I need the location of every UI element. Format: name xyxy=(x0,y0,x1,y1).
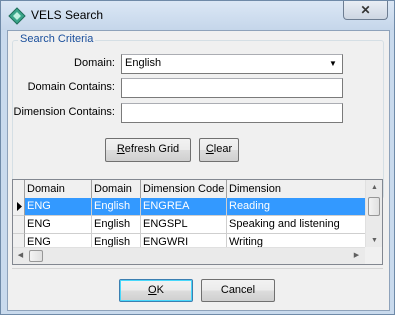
app-icon xyxy=(8,7,26,25)
table-row[interactable]: ENG English ENGSPL Speaking and listenin… xyxy=(13,216,366,234)
cancel-label: Cancel xyxy=(220,284,256,296)
cell-domain[interactable]: English xyxy=(92,216,141,234)
horizontal-scroll-thumb[interactable] xyxy=(29,250,43,262)
clear-mnemonic: C xyxy=(205,143,214,155)
scroll-down-icon[interactable]: ▼ xyxy=(367,233,382,248)
domain-select-value: English xyxy=(125,57,162,69)
scroll-left-icon[interactable]: ◀ xyxy=(13,248,28,263)
column-header-dimension[interactable]: Dimension xyxy=(227,180,366,198)
cell-domain-code[interactable]: ENG xyxy=(25,198,92,216)
row-header[interactable] xyxy=(13,198,25,216)
clear-label: lear xyxy=(213,143,233,155)
scroll-up-icon[interactable]: ▲ xyxy=(367,180,382,195)
vertical-scroll-thumb[interactable] xyxy=(368,197,380,216)
domain-contains-input[interactable] xyxy=(121,78,343,98)
footer-divider xyxy=(12,268,383,269)
cell-dimension-code[interactable]: ENGREA xyxy=(141,198,227,216)
header-corner xyxy=(13,180,25,198)
column-header-domain[interactable]: Domain xyxy=(92,180,141,198)
dimension-contains-label: Dimension Contains: xyxy=(13,106,116,118)
refresh-grid-button[interactable]: Refresh Grid xyxy=(105,138,191,162)
refresh-mnemonic: R xyxy=(116,143,125,155)
row-header[interactable] xyxy=(13,216,25,234)
scroll-right-icon[interactable]: ▶ xyxy=(349,248,364,263)
vertical-scrollbar[interactable]: ▲ ▼ xyxy=(365,180,382,248)
column-header-dimension-code[interactable]: Dimension Code xyxy=(141,180,227,198)
dialog-window: VELS Search ✕ Search Criteria Domain: En… xyxy=(0,0,395,315)
group-legend: Search Criteria xyxy=(18,33,96,45)
cell-dimension-code[interactable]: ENGSPL xyxy=(141,216,227,234)
domain-label: Domain: xyxy=(74,57,115,69)
ok-button[interactable]: OK xyxy=(119,279,193,302)
title-bar[interactable]: VELS Search ✕ xyxy=(1,1,394,30)
domain-contains-label: Domain Contains: xyxy=(27,81,115,93)
results-grid[interactable]: Domain Code Domain Dimension Code Dimens… xyxy=(12,179,383,265)
refresh-label: efresh Grid xyxy=(124,143,180,155)
ok-mnemonic: O xyxy=(148,284,157,296)
row-pointer-icon xyxy=(17,202,22,211)
cell-domain-code[interactable]: ENG xyxy=(25,216,92,234)
column-header-domain-code[interactable]: Domain Code xyxy=(25,180,92,213)
close-button[interactable]: ✕ xyxy=(343,1,388,20)
window-title: VELS Search xyxy=(31,8,104,22)
cancel-button[interactable]: Cancel xyxy=(201,279,275,302)
dimension-contains-input[interactable] xyxy=(121,103,343,123)
close-icon: ✕ xyxy=(360,3,371,17)
cell-dimension[interactable]: Reading xyxy=(227,198,366,216)
dialog-client: Search Criteria Domain: English ▼ Domain… xyxy=(7,30,390,311)
ok-label: K xyxy=(156,284,164,296)
table-row[interactable]: ENG English ENGREA Reading xyxy=(13,198,366,216)
clear-button[interactable]: Clear xyxy=(199,138,239,162)
chevron-down-icon[interactable]: ▼ xyxy=(325,56,341,72)
horizontal-scrollbar[interactable]: ◀ ▶ xyxy=(13,247,366,264)
domain-select[interactable]: English ▼ xyxy=(121,54,343,74)
scroll-corner xyxy=(365,247,382,264)
cell-dimension[interactable]: Speaking and listening xyxy=(227,216,366,234)
grid-header: Domain Code Domain Dimension Code Dimens… xyxy=(13,180,366,213)
cell-domain[interactable]: English xyxy=(92,198,141,216)
